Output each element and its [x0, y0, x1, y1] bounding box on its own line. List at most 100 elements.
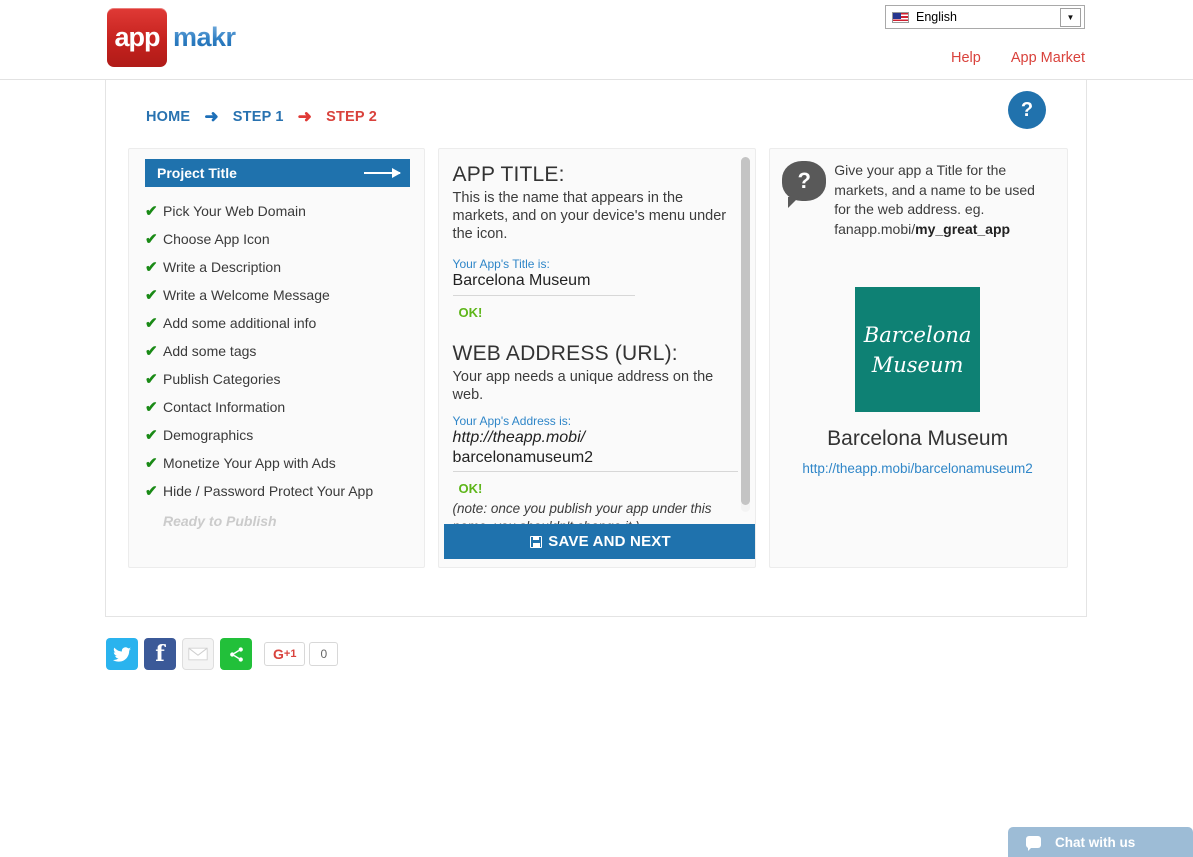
sidebar-item-label: Write a Description — [163, 259, 282, 275]
chevron-down-icon[interactable]: ▼ — [1060, 7, 1081, 27]
web-address-field-label: Your App's Address is: — [452, 414, 572, 428]
breadcrumb: HOME ➜ STEP 1 ➜ STEP 2 — [146, 108, 377, 125]
share-bar: f G +1 0 — [106, 638, 339, 670]
app-title-field-label: Your App's Title is: — [452, 257, 550, 271]
chat-bubble-icon — [1026, 836, 1041, 851]
app-title-status: OK! — [458, 305, 483, 320]
web-address-prefix: http://theapp.mobi/ — [452, 429, 586, 446]
logo-badge: app — [107, 8, 167, 67]
question-mark-icon: ? — [1020, 98, 1034, 121]
sidebar-item[interactable]: ✔ Add some tags — [145, 337, 424, 365]
caret-glyph: ▼ — [1066, 12, 1075, 22]
sidebar-item-label: Contact Information — [163, 399, 286, 415]
app-title-heading: APP TITLE: — [452, 163, 565, 186]
app-title-input[interactable]: Barcelona Museum — [452, 272, 635, 296]
sidebar-item[interactable]: ✔ Write a Welcome Message — [145, 281, 424, 309]
form-scrollbar[interactable] — [741, 157, 751, 512]
chat-label: Chat with us — [1055, 834, 1136, 850]
check-icon: ✔ — [145, 286, 158, 304]
facebook-f-icon[interactable]: f — [144, 638, 176, 670]
content-frame: HOME ➜ STEP 1 ➜ STEP 2 ? Project Title ✔… — [105, 80, 1087, 617]
gplus-suffix: +1 — [283, 648, 297, 660]
preview-panel: ? Give your app a Title for the markets,… — [769, 148, 1069, 568]
app-icon-preview: Barcelona Museum — [855, 287, 981, 412]
sidebar-item-project-title[interactable]: Project Title — [145, 159, 410, 187]
sidebar-item-label: Publish Categories — [163, 371, 281, 387]
panels-row: Project Title ✔ Pick Your Web Domain ✔ Choo… — [128, 148, 1069, 568]
gplus-label[interactable]: G +1 — [264, 642, 306, 666]
sidebar-item[interactable]: ✔ Monetize Your App with Ads — [145, 449, 424, 477]
help-link[interactable]: Help — [951, 50, 981, 66]
web-address-status: OK! — [458, 481, 483, 496]
language-label: English — [916, 10, 957, 24]
breadcrumb-step-1[interactable]: STEP 1 — [233, 109, 284, 125]
sidebar-item-ready-to-publish[interactable]: Ready to Publish — [163, 513, 424, 529]
check-icon: ✔ — [145, 230, 158, 248]
save-and-next-button[interactable]: SAVE AND NEXT — [443, 524, 756, 559]
web-address-heading: WEB ADDRESS (URL): — [452, 342, 678, 365]
form-panel: APP TITLE: This is the name that appears… — [437, 148, 757, 568]
check-icon: ✔ — [145, 202, 158, 220]
sidebar-item-label: Add some additional info — [163, 315, 317, 331]
arrow-right-icon: ➜ — [204, 107, 219, 126]
check-icon: ✔ — [145, 482, 158, 500]
sidebar-item-label: Pick Your Web Domain — [163, 203, 306, 219]
twitter-bird-icon[interactable] — [106, 638, 138, 670]
question-bubble-icon: ? — [782, 161, 827, 208]
sidebar-item[interactable]: ✔ Hide / Password Protect Your App — [145, 477, 424, 505]
app-market-link[interactable]: App Market — [1011, 50, 1085, 66]
scrollbar-thumb[interactable] — [741, 157, 751, 505]
steps-list: ✔ Pick Your Web Domain ✔ Choose App Icon ✔ Wr… — [145, 197, 424, 505]
app-url-base: http://theapp.mobi/ — [802, 461, 915, 476]
sidebar-active-label: Project Title — [157, 165, 237, 181]
check-icon: ✔ — [145, 426, 158, 444]
check-icon: ✔ — [145, 342, 158, 360]
sidebar-item-label: Monetize Your App with Ads — [163, 455, 336, 471]
hint-block: ? Give your app a Title for the markets,… — [782, 161, 1053, 239]
app-icon-line-2: Museum — [871, 352, 964, 377]
sidebar-item[interactable]: ✔ Demographics — [145, 421, 424, 449]
sidebar-item-label: Choose App Icon — [163, 231, 270, 247]
app-title-description: This is the name that appears in the mar… — [452, 190, 727, 242]
sidebar-item[interactable]: ✔ Publish Categories — [145, 365, 424, 393]
header-links: Help App Market — [951, 50, 1085, 66]
sidebar-item-label: Hide / Password Protect Your App — [163, 483, 374, 499]
web-address-input[interactable]: barcelonamuseum2 — [452, 449, 738, 472]
gplus-g: G — [273, 646, 284, 662]
hint-text: Give your app a Title for the markets, a… — [834, 161, 1053, 239]
sidebar-item[interactable]: ✔ Contact Information — [145, 393, 424, 421]
logo-app-text: app — [114, 22, 160, 52]
app-name-preview: Barcelona Museum — [827, 427, 1009, 450]
arrow-right-icon — [363, 168, 401, 178]
breadcrumb-step-2[interactable]: STEP 2 — [326, 109, 377, 125]
sidebar-item[interactable]: ✔ Choose App Icon — [145, 225, 424, 253]
steps-panel: Project Title ✔ Pick Your Web Domain ✔ Choo… — [128, 148, 425, 568]
chat-with-us-widget[interactable]: Chat with us — [1008, 827, 1193, 857]
floppy-disk-icon — [530, 535, 543, 548]
check-icon: ✔ — [145, 258, 158, 276]
check-icon: ✔ — [145, 398, 158, 416]
save-button-label: SAVE AND NEXT — [548, 533, 671, 550]
app-url-slug[interactable]: barcelonamuseum2 — [914, 461, 1033, 476]
check-icon: ✔ — [145, 454, 158, 472]
sidebar-item[interactable]: ✔ Pick Your Web Domain — [145, 197, 424, 225]
hint-text-example: my_great_app — [915, 220, 1011, 237]
app-icon-line-1: Barcelona — [863, 322, 972, 347]
app-url-preview: http://theapp.mobi/barcelonamuseum2 — [782, 461, 1053, 476]
check-icon: ✔ — [145, 314, 158, 332]
google-plus-one-button[interactable]: G +1 0 — [264, 642, 339, 666]
arrow-right-icon: ➜ — [297, 107, 313, 126]
us-flag-icon — [892, 11, 909, 23]
check-icon: ✔ — [145, 370, 158, 388]
sidebar-item[interactable]: ✔ Write a Description — [145, 253, 424, 281]
breadcrumb-home[interactable]: HOME — [146, 109, 190, 125]
sidebar-item-label: Write a Welcome Message — [163, 287, 330, 303]
share-nodes-icon[interactable] — [220, 638, 252, 670]
help-button[interactable]: ? — [1008, 91, 1046, 129]
site-header: app makr English ▼ Help App Market — [0, 0, 1193, 80]
language-selector[interactable]: English ▼ — [885, 5, 1085, 29]
sidebar-item[interactable]: ✔ Add some additional info — [145, 309, 424, 337]
appmakr-logo[interactable]: app makr — [107, 8, 250, 67]
sidebar-item-label: Demographics — [163, 427, 254, 443]
envelope-icon[interactable] — [182, 638, 214, 670]
